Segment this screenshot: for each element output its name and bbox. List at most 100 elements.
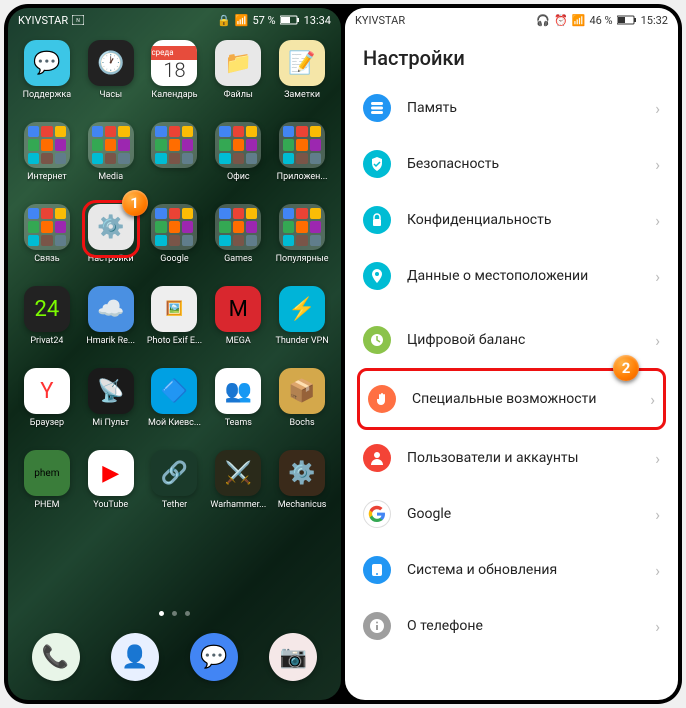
app-folder[interactable]: [144, 122, 206, 200]
app-label: MEGA: [226, 336, 251, 346]
app-mega[interactable]: M MEGA: [207, 286, 269, 364]
app-icon[interactable]: ▶: [88, 450, 134, 496]
app-tether[interactable]: 🔗 Tether: [144, 450, 206, 528]
folder-icon[interactable]: [215, 204, 261, 250]
page-dot[interactable]: [185, 611, 190, 616]
dock: 📞 👤 💬 📷: [8, 624, 341, 700]
app-phem[interactable]: phemPHEM: [16, 450, 78, 528]
home-app-grid[interactable]: 💬Поддержка🕐Часысреда18Календарь📁Файлы📝За…: [8, 32, 341, 603]
app-label: Мой Киевс...: [148, 418, 201, 428]
app-календарь[interactable]: среда18Календарь: [144, 40, 206, 118]
app-icon[interactable]: 📡: [88, 368, 134, 414]
signal-icon: 📶: [235, 14, 249, 27]
app-icon[interactable]: ⚡: [279, 286, 325, 332]
dock-contacts[interactable]: 👤: [111, 633, 159, 681]
settings-item-user[interactable]: Пользователи и аккаунты›: [355, 430, 668, 486]
dock-camera[interactable]: 📷: [269, 633, 317, 681]
settings-item-info[interactable]: О телефоне›: [355, 598, 668, 654]
dock-messages[interactable]: 💬: [190, 633, 238, 681]
google-icon: [363, 500, 391, 528]
app-privat24[interactable]: 24Privat24: [16, 286, 78, 364]
battery-icon: [617, 15, 637, 25]
folder-icon[interactable]: [215, 122, 261, 168]
carrier-label: KYIVSTAR: [18, 14, 68, 27]
app-thunder-vpn[interactable]: ⚡Thunder VPN: [271, 286, 333, 364]
lock-icon: 🔒: [217, 14, 231, 27]
app-icon[interactable]: 📝: [279, 40, 325, 86]
settings-item-system[interactable]: Система и обновления›: [355, 542, 668, 598]
page-indicator[interactable]: [8, 603, 341, 624]
app-icon[interactable]: ⚙️: [279, 450, 325, 496]
app-icon[interactable]: Y: [24, 368, 70, 414]
app-связь[interactable]: Связь: [16, 204, 78, 282]
app-icon[interactable]: 💬: [24, 40, 70, 86]
app-настройки[interactable]: ⚙️1Настройки: [80, 204, 142, 282]
app-google[interactable]: Google: [144, 204, 206, 282]
app-games[interactable]: Games: [207, 204, 269, 282]
app-браузер[interactable]: Y Браузер: [16, 368, 78, 446]
phone-home-screen: KYIVSTAR N 🔒 📶 57 % 13:34 💬Поддержка🕐Час…: [8, 8, 341, 700]
app-icon[interactable]: ☁️: [88, 286, 134, 332]
app-файлы[interactable]: 📁Файлы: [207, 40, 269, 118]
status-bar: KYIVSTAR 🎧 ⏰ 📶 46 % 15:32: [345, 8, 678, 32]
settings-item-lock[interactable]: Конфиденциальность›: [355, 192, 668, 248]
app-youtube[interactable]: ▶YouTube: [80, 450, 142, 528]
app-офис[interactable]: Офис: [207, 122, 269, 200]
app-мой-киевс-[interactable]: 🔷 Мой Киевс...: [144, 368, 206, 446]
calendar-icon[interactable]: среда18: [151, 40, 197, 86]
folder-icon[interactable]: [151, 122, 197, 168]
app-заметки[interactable]: 📝Заметки: [271, 40, 333, 118]
chevron-right-icon: ›: [655, 211, 660, 230]
svg-text:N: N: [76, 18, 80, 24]
app-интернет[interactable]: Интернет: [16, 122, 78, 200]
page-title: Настройки: [345, 32, 678, 80]
chevron-right-icon: ›: [655, 99, 660, 118]
settings-list[interactable]: Память›Безопасность›Конфиденциальность›Д…: [345, 80, 678, 700]
app-icon[interactable]: phem: [24, 450, 70, 496]
app-приложен-[interactable]: Приложен...: [271, 122, 333, 200]
app-поддержка[interactable]: 💬Поддержка: [16, 40, 78, 118]
app-icon[interactable]: 🔗: [151, 450, 197, 496]
page-dot[interactable]: [159, 611, 164, 616]
folder-icon[interactable]: [24, 122, 70, 168]
settings-item-storage[interactable]: Память›: [355, 80, 668, 136]
chevron-right-icon: ›: [655, 267, 660, 286]
folder-icon[interactable]: [88, 122, 134, 168]
app-bochs[interactable]: 📦Bochs: [271, 368, 333, 446]
page-dot[interactable]: [172, 611, 177, 616]
dock-phone[interactable]: 📞: [32, 633, 80, 681]
app-media[interactable]: Media: [80, 122, 142, 200]
app-label: Браузер: [30, 418, 64, 428]
app-photo-exif-e-[interactable]: 🖼️Photo Exif E...: [144, 286, 206, 364]
app-icon[interactable]: 📦: [279, 368, 325, 414]
app-teams[interactable]: 👥Teams: [207, 368, 269, 446]
app-icon[interactable]: M: [215, 286, 261, 332]
settings-item-google[interactable]: Google›: [355, 486, 668, 542]
hand-icon: [368, 385, 396, 413]
folder-icon[interactable]: [151, 204, 197, 250]
app-часы[interactable]: 🕐Часы: [80, 40, 142, 118]
app-icon[interactable]: 👥: [215, 368, 261, 414]
folder-icon[interactable]: [279, 122, 325, 168]
app-icon[interactable]: 🔷: [151, 368, 197, 414]
signal-icon: 📶: [572, 14, 586, 27]
app-icon[interactable]: 🖼️: [151, 286, 197, 332]
settings-item-pin[interactable]: Данные о местоположении›: [355, 248, 668, 304]
app-icon[interactable]: ⚔️: [215, 450, 261, 496]
app-label: Tether: [162, 500, 187, 510]
app-icon[interactable]: 24: [24, 286, 70, 332]
app-icon[interactable]: 📁: [215, 40, 261, 86]
app-mechanicus[interactable]: ⚙️Mechanicus: [271, 450, 333, 528]
app-популярные[interactable]: Популярные: [271, 204, 333, 282]
app-hmarik-re-[interactable]: ☁️Hmarik Re...: [80, 286, 142, 364]
folder-icon[interactable]: [279, 204, 325, 250]
app-mi-пульт[interactable]: 📡Mi Пульт: [80, 368, 142, 446]
app-icon[interactable]: 🕐: [88, 40, 134, 86]
settings-item-hand[interactable]: Специальные возможности›2: [357, 368, 666, 430]
battery-percent: 46 %: [589, 14, 612, 27]
app-warhammer-[interactable]: ⚔️Warhammer...: [207, 450, 269, 528]
folder-icon[interactable]: [24, 204, 70, 250]
calendar-day: 18: [163, 60, 185, 80]
settings-label: Цифровой баланс: [407, 332, 655, 348]
settings-item-shield[interactable]: Безопасность›: [355, 136, 668, 192]
